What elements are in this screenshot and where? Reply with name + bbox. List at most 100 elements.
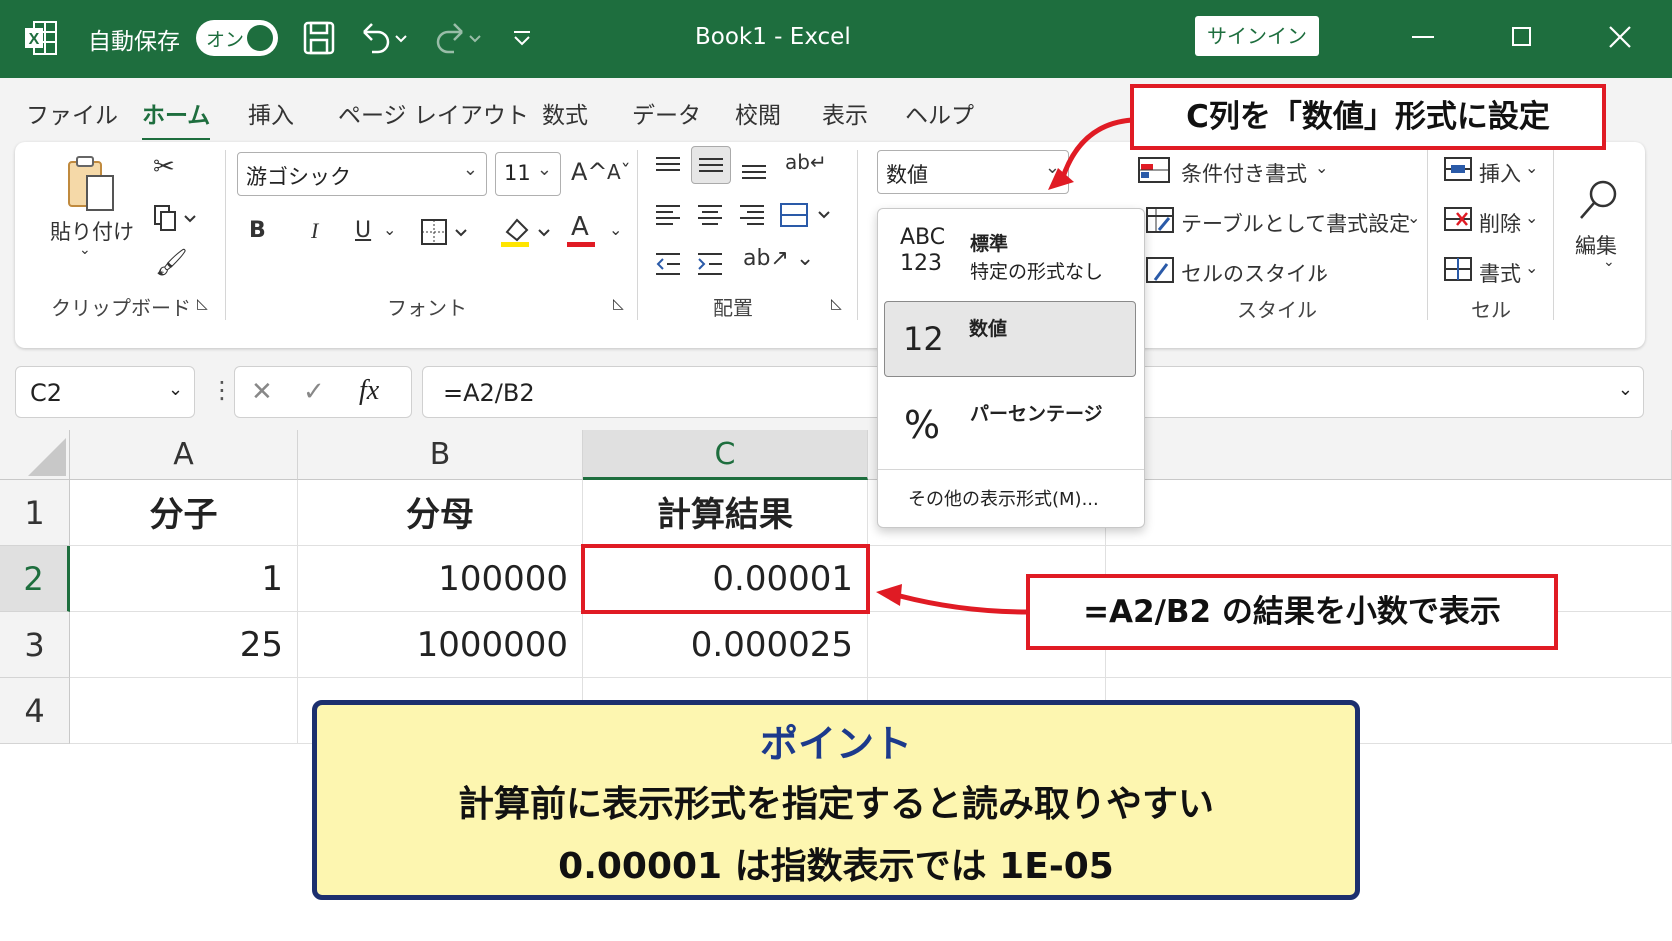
fill-color-icon[interactable] (499, 214, 559, 252)
cell-a4[interactable] (70, 678, 298, 744)
align-left-icon[interactable] (653, 202, 683, 234)
cell-a1[interactable]: 分子 (70, 480, 298, 546)
insert-function-icon[interactable]: fx (359, 375, 379, 407)
font-name-combo[interactable]: 游ゴシック ⌄ (237, 152, 487, 196)
cell-b3[interactable]: 1000000 (298, 612, 583, 678)
select-all-button[interactable] (0, 430, 70, 480)
bold-icon[interactable]: B (249, 218, 266, 243)
chevron-down-icon[interactable]: ⌄ (1407, 208, 1420, 227)
close-icon[interactable] (1608, 25, 1632, 53)
italic-icon[interactable]: I (311, 218, 318, 244)
save-icon[interactable] (302, 20, 336, 60)
title-bar: X 自動保存 オン Book1 - Excel サインイン (0, 0, 1672, 78)
font-color-icon[interactable]: A (571, 212, 589, 242)
format-as-table-icon[interactable] (1145, 206, 1175, 238)
cell-b1[interactable]: 分母 (298, 480, 583, 546)
cell-e1[interactable] (1106, 480, 1672, 546)
merge-center-icon[interactable] (779, 202, 839, 234)
align-center-icon[interactable] (695, 202, 725, 234)
search-icon[interactable] (1577, 178, 1621, 226)
cell-styles-icon[interactable] (1145, 256, 1175, 288)
column-header-b[interactable]: B (298, 430, 583, 480)
row-header-4[interactable]: 4 (0, 678, 70, 744)
insert-cells-icon[interactable] (1443, 156, 1473, 186)
alignment-launcher-icon[interactable]: ◺ (831, 296, 842, 312)
cell-b2[interactable]: 100000 (298, 546, 583, 612)
menu-item-number[interactable]: 12 数値 (884, 301, 1136, 377)
chevron-down-icon[interactable]: ⌄ (1525, 208, 1538, 227)
copy-icon[interactable] (153, 204, 197, 236)
delete-cells-label[interactable]: 削除 (1479, 208, 1521, 238)
align-bottom-icon[interactable] (739, 160, 769, 188)
menu-item-general[interactable]: ABC 123 標準 特定の形式なし (884, 213, 1136, 297)
minimize-icon[interactable] (1412, 36, 1434, 38)
font-launcher-icon[interactable]: ◺ (613, 296, 624, 312)
align-top-icon[interactable] (653, 154, 683, 182)
font-name-value: 游ゴシック (246, 165, 351, 189)
row-header-1[interactable]: 1 (0, 480, 70, 546)
tab-review[interactable]: 校閲 (735, 96, 781, 130)
cell-a3[interactable]: 25 (70, 612, 298, 678)
decrease-indent-icon[interactable] (653, 250, 683, 282)
chevron-down-icon[interactable]: ⌄ (1525, 258, 1538, 277)
autosave-toggle[interactable]: オン (196, 20, 278, 56)
paste-dropdown-icon[interactable]: ⌄ (79, 242, 91, 258)
borders-icon[interactable] (420, 218, 470, 250)
cell-c3[interactable]: 0.000025 (583, 612, 868, 678)
tab-file[interactable]: ファイル (26, 96, 118, 130)
cell-styles-label[interactable]: セルのスタイル (1181, 258, 1328, 288)
align-right-icon[interactable] (737, 202, 767, 234)
tab-formulas[interactable]: 数式 (542, 96, 588, 130)
tab-home[interactable]: ホーム (142, 96, 211, 142)
grow-font-icon[interactable]: A^ (571, 158, 608, 186)
column-header-a[interactable]: A (70, 430, 298, 480)
cell-c1[interactable]: 計算結果 (583, 480, 868, 546)
paste-label[interactable]: 貼り付け (50, 216, 134, 246)
delete-cells-icon[interactable] (1443, 206, 1473, 236)
wrap-text-icon[interactable]: ab↵ (785, 150, 827, 174)
tab-view[interactable]: 表示 (822, 96, 868, 130)
tab-data[interactable]: データ (632, 96, 701, 130)
expand-formula-icon[interactable]: ⌄ (1618, 379, 1633, 400)
row-header-3[interactable]: 3 (0, 612, 70, 678)
conditional-format-icon[interactable] (1137, 156, 1171, 188)
customize-qat-icon[interactable] (510, 26, 534, 54)
chevron-down-icon[interactable]: ⌄ (383, 220, 396, 239)
more-number-formats-link[interactable]: その他の表示形式(M)... (908, 485, 1099, 511)
chevron-down-icon[interactable]: ⌄ (609, 220, 622, 239)
cut-icon[interactable]: ✂ (153, 152, 175, 182)
font-size-combo[interactable]: 11 ⌄ (495, 152, 561, 196)
chevron-down-icon[interactable]: ⌄ (1315, 158, 1328, 177)
insert-cells-label[interactable]: 挿入 (1479, 158, 1521, 188)
align-middle-icon[interactable] (691, 146, 731, 184)
signin-button[interactable]: サインイン (1195, 16, 1319, 56)
more-options-icon[interactable]: ⋮ (210, 376, 234, 404)
orientation-icon[interactable]: ab↗ ⌄ (743, 246, 814, 271)
increase-indent-icon[interactable] (695, 250, 725, 282)
format-cells-label[interactable]: 書式 (1479, 258, 1521, 288)
format-painter-icon[interactable]: 🖌 (155, 248, 188, 278)
format-as-table-label[interactable]: テーブルとして書式設定 (1181, 208, 1410, 238)
clipboard-launcher-icon[interactable]: ◺ (197, 296, 208, 312)
enter-icon[interactable]: ✓ (303, 377, 325, 407)
conditional-format-label[interactable]: 条件付き書式 (1181, 158, 1307, 188)
menu-item-percentage[interactable]: % パーセンテージ (884, 385, 1136, 469)
tab-help[interactable]: ヘルプ (905, 96, 974, 130)
cancel-icon[interactable]: ✕ (251, 377, 273, 407)
paste-icon[interactable] (65, 154, 117, 218)
column-header-c[interactable]: C (583, 430, 868, 480)
underline-icon[interactable]: U (355, 218, 371, 243)
chevron-down-icon[interactable]: ⌄ (1603, 254, 1615, 270)
maximize-icon[interactable] (1512, 27, 1531, 46)
tab-insert[interactable]: 挿入 (248, 96, 294, 130)
row-header-2[interactable]: 2 (0, 546, 70, 612)
shrink-font-icon[interactable]: Aˇ (607, 160, 631, 184)
chevron-down-icon[interactable]: ⌄ (1315, 258, 1328, 277)
chevron-down-icon[interactable]: ⌄ (1525, 158, 1538, 177)
cell-a2[interactable]: 1 (70, 546, 298, 612)
format-cells-icon[interactable] (1443, 256, 1473, 286)
tab-page-layout[interactable]: ページ レイアウト (338, 96, 529, 130)
name-box[interactable]: C2 ⌄ (15, 366, 195, 418)
undo-icon[interactable] (358, 20, 408, 60)
column-header-e[interactable] (1106, 430, 1672, 480)
